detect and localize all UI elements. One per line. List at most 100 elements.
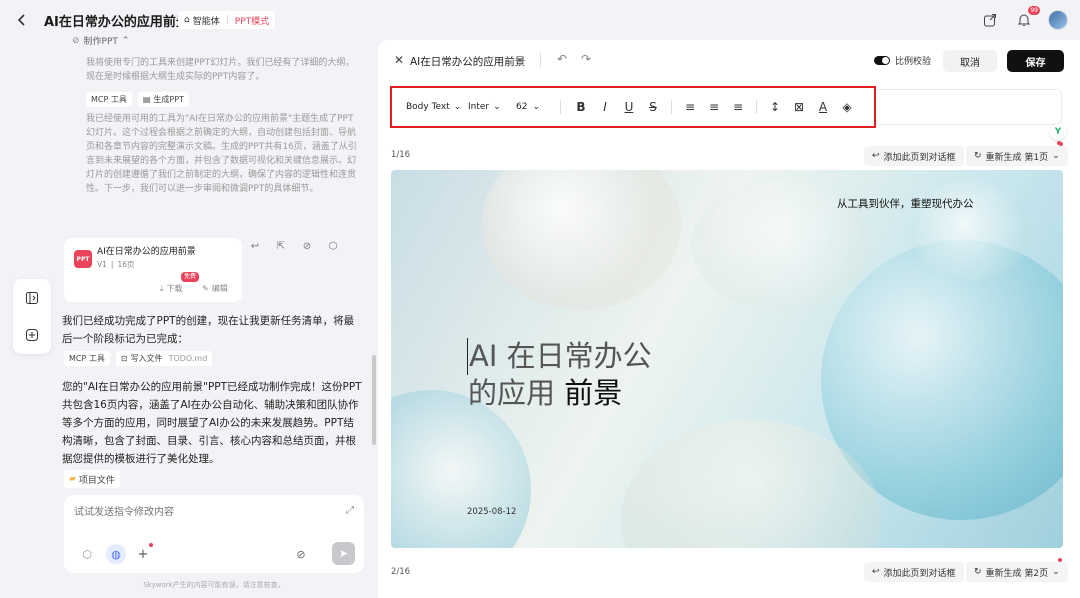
button-label: 添加此页到对话框 <box>883 152 956 163</box>
ratio-toggle[interactable]: 比例校验 <box>874 54 931 67</box>
italic-icon[interactable]: I <box>595 97 615 117</box>
mode-label: PPT模式 <box>234 16 270 27</box>
share-icon[interactable] <box>980 10 1000 30</box>
page-indicator-2: 2/16 <box>391 567 411 577</box>
chat-scrollbar[interactable] <box>372 355 376 445</box>
style-dropdown[interactable]: Body Text ⌄ <box>406 102 468 112</box>
thinking-panel: ⊘ 制作PPT ⌃ 我将使用专门的工具来创建PPT幻灯片。我们已经有了详细的大纲… <box>62 32 366 224</box>
save-button[interactable]: 保存 <box>1007 50 1064 72</box>
chevron-down-icon: ⌄ <box>493 102 501 112</box>
image-frame-icon[interactable]: ⊠ <box>789 97 809 117</box>
notification-bell-icon[interactable]: 99 <box>1014 6 1040 30</box>
send-icon[interactable]: ➤ <box>332 542 355 565</box>
card-pages: 16页 <box>117 260 135 269</box>
align-left-icon[interactable]: ≡ <box>680 97 700 117</box>
cube-icon[interactable]: ⬡ <box>325 238 341 254</box>
expand-icon[interactable]: ⤢ <box>346 505 354 516</box>
reply-icon[interactable]: ↩ <box>247 238 263 254</box>
page-title: AI在日常办公的应用前景 <box>44 15 189 30</box>
tool-chips-2: MCP 工具 ⊡ 写入文件 TODO.md <box>64 351 213 366</box>
chip-label: 生成PPT <box>153 95 184 104</box>
fill-bucket-icon[interactable]: ◈ <box>837 97 857 117</box>
free-badge: 免费 <box>181 272 200 282</box>
button-label: 重新生成 第2页 <box>985 568 1049 579</box>
new-chat-icon[interactable] <box>13 316 51 353</box>
back-arrow-icon[interactable] <box>12 10 32 30</box>
redo-icon[interactable]: ↷ <box>578 51 594 67</box>
mcp-tool-chip-2[interactable]: MCP 工具 <box>64 351 110 366</box>
file-icon: ⊡ <box>120 354 128 363</box>
step-header[interactable]: ⊘ 制作PPT ⌃ <box>72 34 130 48</box>
chevron-down-icon: ⌄ <box>1052 567 1060 577</box>
mcp-tool-chip[interactable]: MCP 工具 <box>86 92 132 107</box>
align-right-icon[interactable]: ≡ <box>728 97 748 117</box>
add-page-2-to-chat-button[interactable]: ↩ 添加此页到对话框 <box>864 562 964 582</box>
title-emphasis: 前景 <box>564 376 623 410</box>
glass-bubble <box>481 170 681 310</box>
add-page-to-chat-button[interactable]: ↩ 添加此页到对话框 <box>864 146 964 166</box>
align-center-icon[interactable]: ≡ <box>704 97 724 117</box>
project-files-chip[interactable]: ▰ 项目文件 <box>64 470 120 488</box>
chip-label: 写入文件 <box>130 354 163 363</box>
underline-icon[interactable]: U <box>619 97 639 117</box>
style-value: Body Text <box>406 102 450 112</box>
text-format-toolbar: Body Text ⌄ Inter ⌄ 62 ⌄ B I U S ≡ ≡ ≡ ↕ ⊠ … <box>390 86 876 128</box>
chip-label: MCP 工具 <box>69 354 105 363</box>
bold-icon[interactable]: B <box>571 97 591 117</box>
download-icon: ⤓ <box>160 283 164 293</box>
toggle-label: 比例校验 <box>895 57 932 67</box>
font-value: Inter <box>468 102 490 112</box>
document-icon: ▤ <box>142 95 151 104</box>
red-dot <box>1057 141 1061 145</box>
refresh-icon: ↻ <box>974 567 982 577</box>
assistant-logo-icon[interactable]: Y <box>1050 124 1066 140</box>
chat-input[interactable] <box>74 503 334 521</box>
slide-title-line-1[interactable]: AI 在日常办公 <box>467 338 652 375</box>
slide-tagline: 从工具到伙伴，重塑现代办公 <box>837 198 974 210</box>
edit-button[interactable]: ✎ 编辑 <box>202 283 228 294</box>
slide-title-line-2[interactable]: 的应用 前景 <box>468 375 622 412</box>
line-spacing-icon[interactable]: ↕ <box>765 97 785 117</box>
folder-icon: ▰ <box>69 474 76 484</box>
model-icon[interactable]: ⬡ <box>78 545 96 563</box>
chevron-up-icon: ⌃ <box>121 35 130 46</box>
toggle-switch[interactable] <box>874 56 890 65</box>
card-title: AI在日常办公的应用前景 <box>97 247 196 257</box>
avatar[interactable] <box>1048 10 1068 30</box>
size-dropdown[interactable]: 62 ⌄ <box>516 102 554 112</box>
assistant-message-1: 我们已经成功完成了PPT的创建，现在让我更新任务清单，将最后一个阶段标记为已完成… <box>62 315 355 345</box>
write-file-chip[interactable]: ⊡ 写入文件 TODO.md <box>115 351 213 366</box>
download-button[interactable]: ⤓ 下载 <box>160 283 183 294</box>
toggle-panel-icon[interactable] <box>13 279 51 316</box>
cancel-button[interactable]: 取消 <box>943 50 997 72</box>
chip-label: MCP 工具 <box>91 95 127 104</box>
top-right-actions: 99 <box>980 6 1068 30</box>
generate-ppt-chip[interactable]: ▤ 生成PPT <box>137 92 189 107</box>
plus-icon[interactable]: + <box>134 545 152 563</box>
font-dropdown[interactable]: Inter ⌄ <box>468 102 516 112</box>
notification-count: 99 <box>1028 6 1040 15</box>
regenerate-page-1-button[interactable]: ↻ 重新生成 第1页 ⌄ <box>966 146 1068 166</box>
text-color-icon[interactable]: A <box>813 97 833 117</box>
attachment-icon[interactable]: ⊘ <box>292 545 310 563</box>
mode-badge[interactable]: ⌂ 智能体 | PPT模式 <box>178 11 276 29</box>
undo-icon[interactable]: ↶ <box>554 51 570 67</box>
reply-icon: ↩ <box>872 567 880 577</box>
tool-chips: MCP 工具 ▤ 生成PPT <box>86 92 189 107</box>
link-icon[interactable]: ⊘ <box>299 238 315 254</box>
close-icon[interactable]: ✕ <box>392 53 406 67</box>
slide-1[interactable]: 从工具到伙伴，重塑现代办公 AI 在日常办公 的应用 前景 2025-08-12 <box>391 170 1063 548</box>
assistant-message-2: 您的"AI在日常办公的应用前景"PPT已经成功制作完成！这份PPT共包含16页内… <box>62 381 362 465</box>
pencil-icon: ✎ <box>202 284 209 293</box>
strikethrough-icon[interactable]: S <box>643 97 663 117</box>
thinking-text-1: 我将使用专门的工具来创建PPT幻灯片。我们已经有了详细的大纲，现在是时候根据大纲… <box>86 58 355 82</box>
disclaimer: Skywork产生的内容可能有误，请注意核查。 <box>143 581 285 589</box>
check-icon: ⊘ <box>72 35 80 46</box>
regenerate-page-2-button[interactable]: ↻ 重新生成 第2页 ⌄ <box>966 562 1068 582</box>
divider <box>671 100 672 114</box>
card-version: V1 <box>97 260 107 269</box>
open-external-icon[interactable]: ⇱ <box>273 238 289 254</box>
plus-dot <box>149 543 153 547</box>
globe-icon[interactable]: ◍ <box>106 544 126 564</box>
ppt-result-card[interactable]: PPT AI在日常办公的应用前景 V1 | 16页 免费 ⤓ 下载 ✎ 编辑 <box>64 238 242 302</box>
